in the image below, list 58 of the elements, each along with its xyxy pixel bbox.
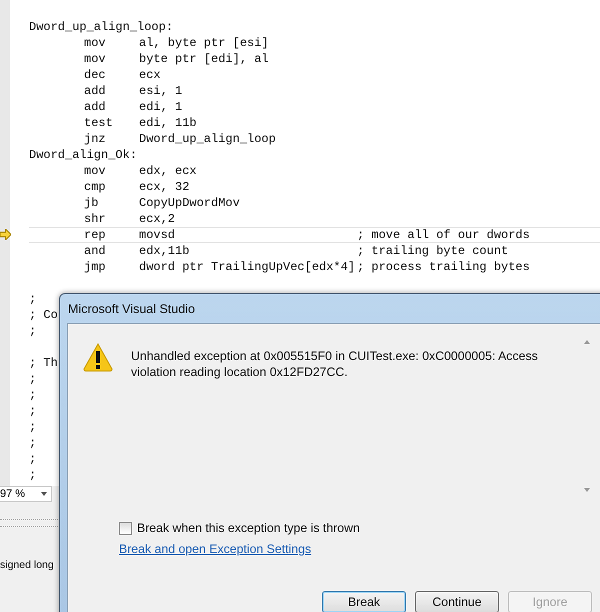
- arrow-icon: [0, 229, 11, 240]
- warning-icon: [83, 342, 113, 372]
- code-text: ; process trailing bytes: [357, 259, 530, 275]
- code-text: mov: [84, 51, 107, 67]
- code-text: rep: [84, 228, 107, 242]
- code-text: mov: [84, 35, 107, 51]
- code-text: mov: [84, 163, 107, 179]
- code-text: esi, 1: [139, 83, 184, 99]
- code-text: al, byte ptr [esi]: [139, 35, 270, 51]
- dialog-button[interactable]: Break: [322, 591, 406, 612]
- scroll-up-icon[interactable]: [584, 340, 590, 344]
- code-text: ;: [29, 323, 36, 339]
- code-text: jmp: [84, 259, 107, 275]
- code-text: byte ptr [edi], al: [139, 51, 270, 67]
- code-text: ;: [29, 435, 36, 451]
- code-text: dword ptr TrailingUpVec[edx*4]: [139, 259, 356, 275]
- code-text: edi, 11b: [139, 115, 198, 131]
- code-text: ; Th: [29, 355, 58, 371]
- code-text: ;: [29, 451, 36, 467]
- code-text: ecx,2: [139, 211, 176, 227]
- code-text: CopyUpDwordMov: [139, 195, 241, 211]
- code-text: edx, ecx: [139, 163, 198, 179]
- code-text: dec: [84, 67, 107, 83]
- code-text: add: [84, 83, 107, 99]
- code-text: jb: [84, 195, 100, 211]
- code-text: shr: [84, 211, 107, 227]
- code-text: ;: [29, 467, 36, 483]
- code-text: ;: [29, 387, 36, 403]
- code-text: ;: [29, 291, 36, 307]
- caret-icon: [41, 492, 47, 496]
- code-text: and: [84, 243, 107, 259]
- code-text: ecx, 32: [139, 179, 190, 195]
- code-text: add: [84, 99, 107, 115]
- code-text: ; move all of our dwords: [357, 228, 530, 242]
- error-message: Unhandled exception at 0x005515F0 in CUITest.exe: 0xC0000005: Access violation reading location 0x12FD27CC.: [131, 348, 539, 381]
- code-text: ;: [29, 419, 36, 435]
- code-text: jnz: [84, 131, 107, 147]
- code-text: ecx: [139, 67, 162, 83]
- code-text: signed long: [0, 559, 54, 571]
- code-text: ; Co: [29, 307, 58, 323]
- settings-link[interactable]: Break and open Exception Settings: [119, 542, 312, 556]
- checkbox[interactable]: [119, 522, 132, 534]
- dialog-button[interactable]: Continue: [415, 591, 499, 612]
- code-text: edx,11b: [139, 243, 190, 259]
- dialog-title: Microsoft Visual Studio: [68, 302, 195, 316]
- code-text: movsd: [139, 228, 176, 242]
- scroll-down-icon[interactable]: [584, 488, 590, 492]
- code-text: edi, 1: [139, 99, 184, 115]
- zoom-dropdown[interactable]: 97 %: [0, 486, 52, 502]
- code-text: ;: [29, 403, 36, 419]
- code-text: Dword_align_Ok:: [29, 147, 138, 163]
- code-text: Dword_up_align_loop: [139, 131, 277, 147]
- code-text: ; trailing byte count: [357, 243, 508, 259]
- code-text: Dword_up_align_loop:: [29, 19, 174, 35]
- checkbox-label: Break when this exception type is thrown: [137, 521, 360, 535]
- code-text: test: [84, 115, 114, 131]
- code-text: cmp: [84, 179, 107, 195]
- code-text: ;: [29, 371, 36, 387]
